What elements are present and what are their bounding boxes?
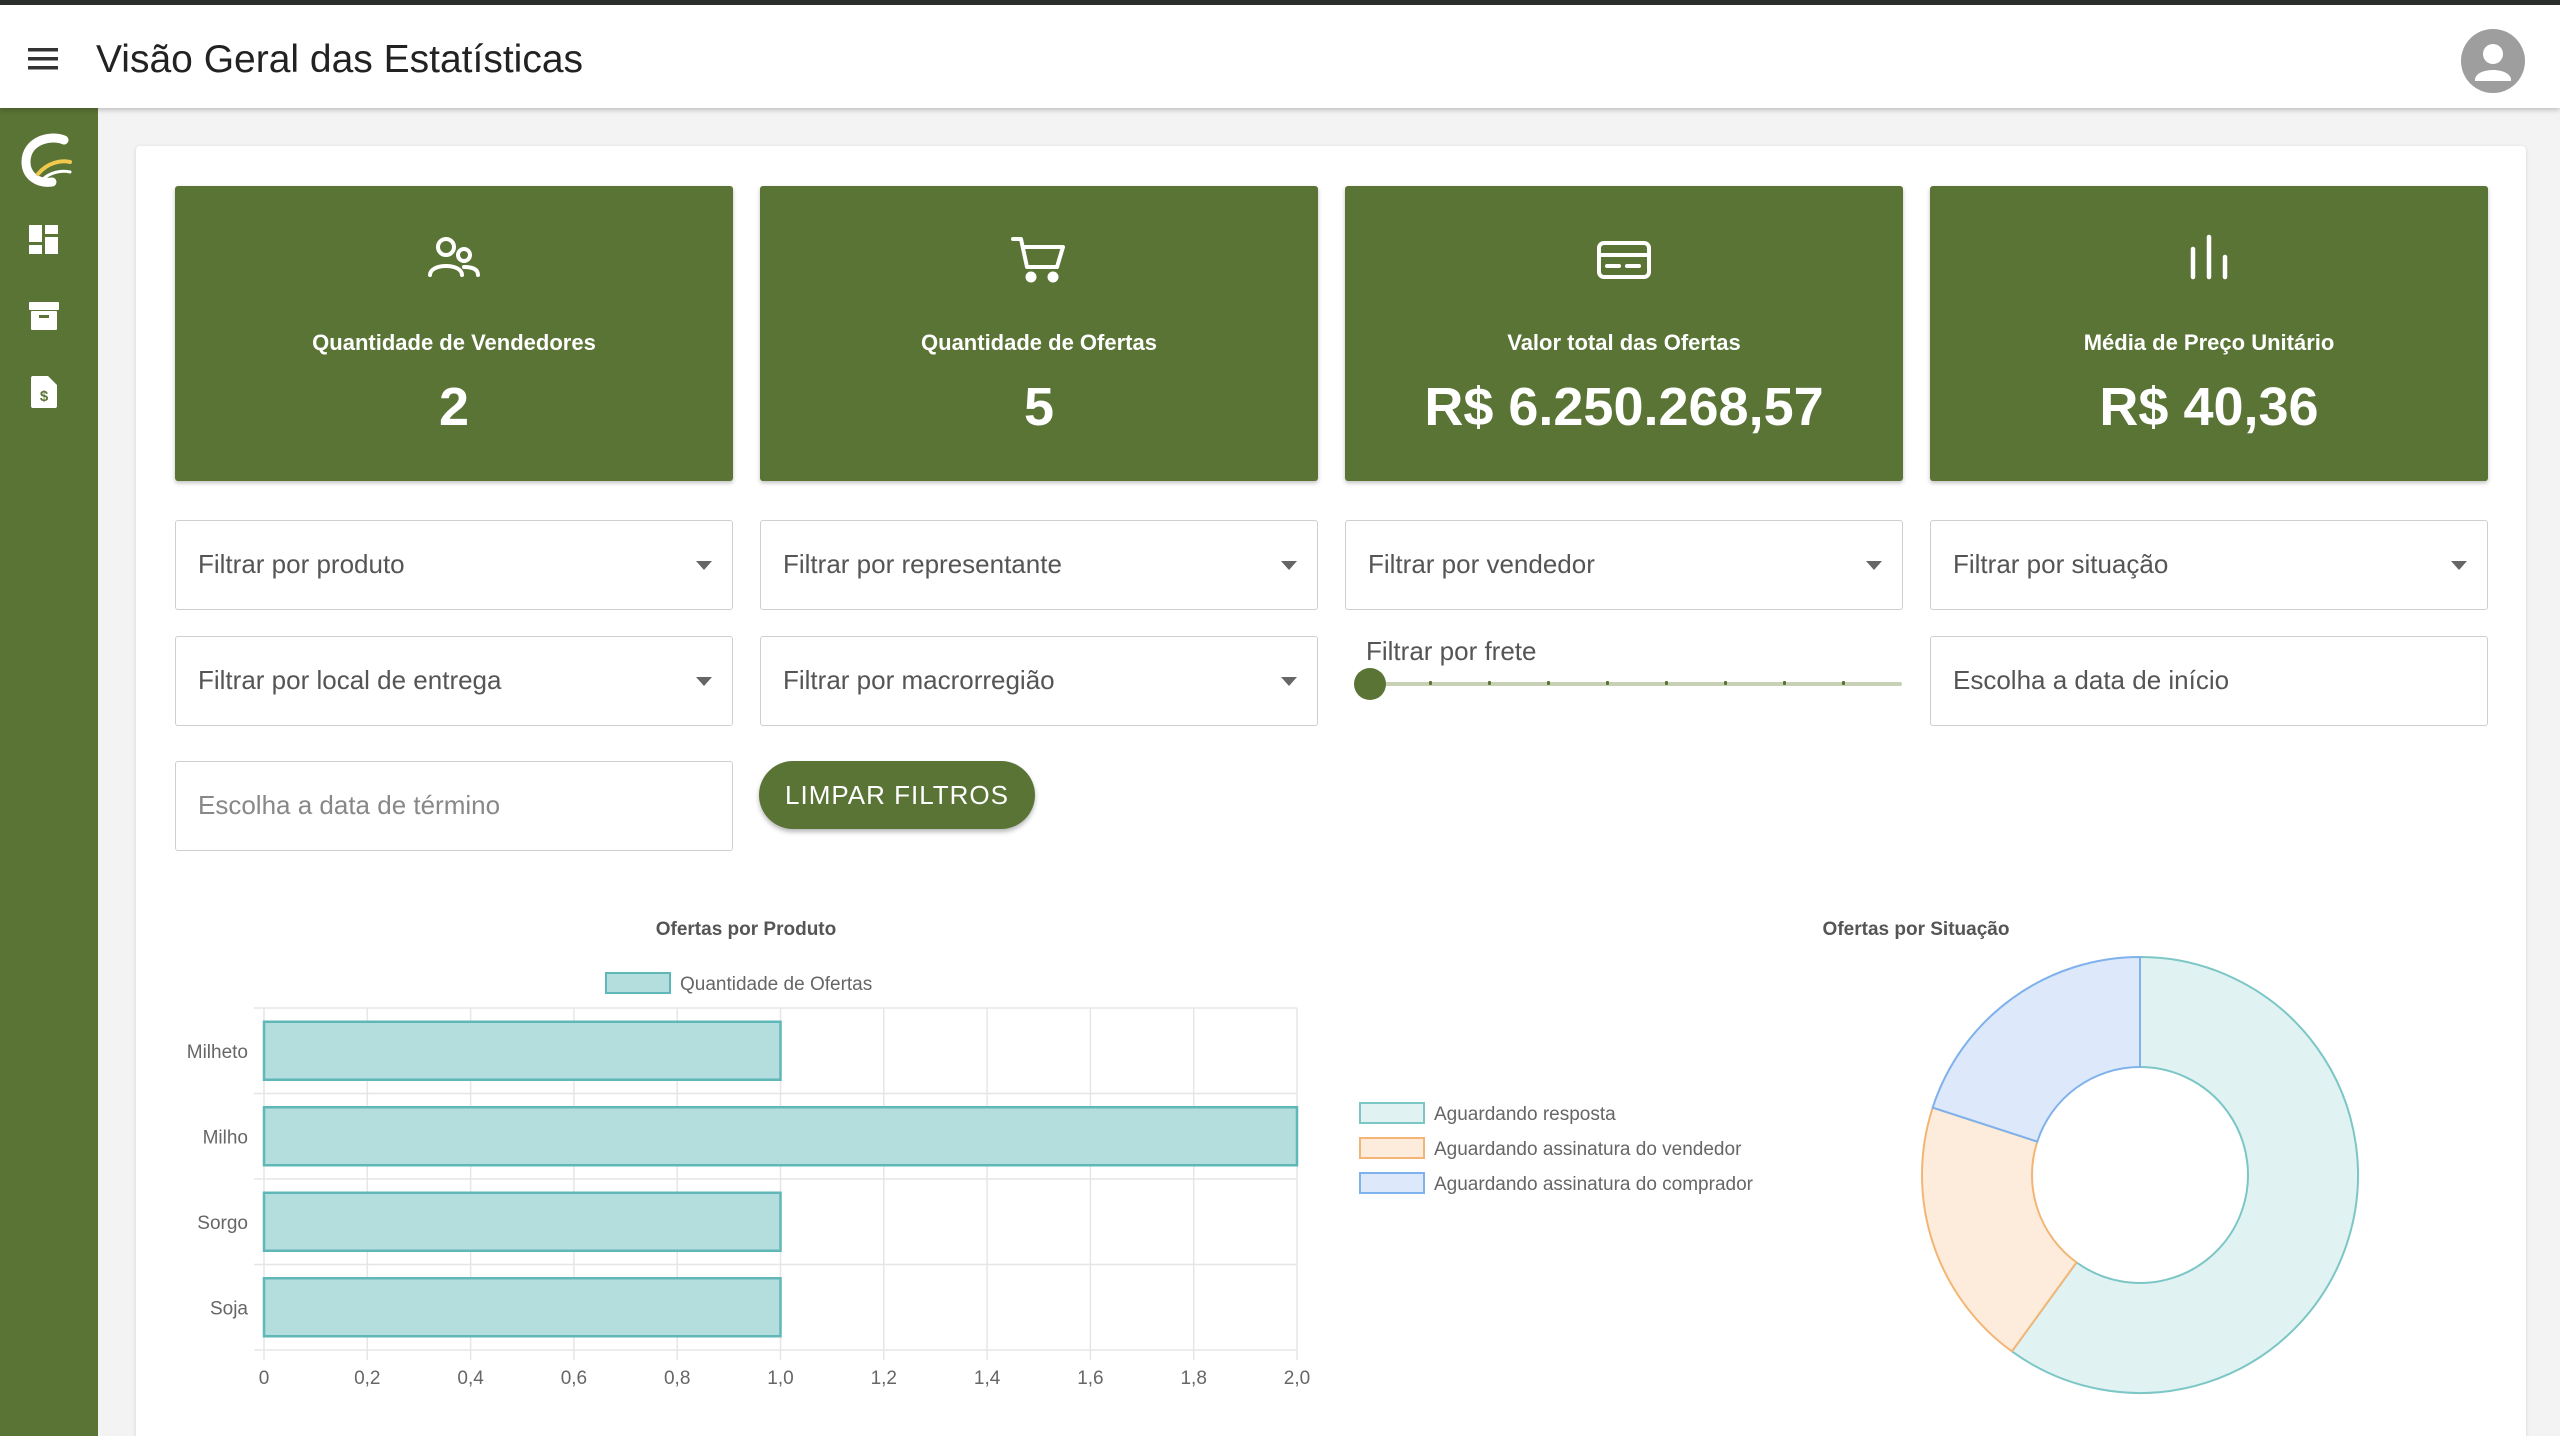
select-placeholder: Filtrar por situação (1953, 549, 2169, 579)
stat-value: 5 (1023, 377, 1055, 437)
y-category-label: Milho (203, 1127, 248, 1148)
filter-representante-select[interactable]: Filtrar por representante (760, 520, 1318, 610)
slider-tick (1547, 681, 1550, 685)
credit-card-icon (1345, 226, 1903, 292)
dropdown-arrow-icon (2451, 561, 2467, 570)
filter-produto-select[interactable]: Filtrar por produto (175, 520, 733, 610)
stat-card-vendedores: Quantidade de Vendedores 2 (175, 186, 733, 481)
x-tick-label: 2,0 (1284, 1368, 1310, 1389)
page-title: Visão Geral das Estatísticas (96, 38, 584, 81)
legend-label[interactable]: Aguardando assinatura do vendedor (1434, 1139, 1742, 1160)
dropdown-arrow-icon (696, 561, 712, 570)
cart-icon (760, 226, 1318, 292)
x-tick-label: 1,4 (974, 1368, 1001, 1389)
dropdown-arrow-icon (1866, 561, 1882, 570)
y-category-label: Sorgo (197, 1213, 248, 1234)
legend-label[interactable]: Quantidade de Ofertas (680, 974, 872, 995)
legend-label[interactable]: Aguardando assinatura do comprador (1434, 1174, 1754, 1195)
menu-icon[interactable] (20, 35, 68, 83)
slider-tick (1842, 681, 1845, 685)
archive-icon[interactable] (24, 296, 64, 336)
bar[interactable] (262, 1277, 782, 1338)
input-placeholder: Escolha a data de término (198, 790, 501, 820)
legend-swatch (1359, 1172, 1425, 1194)
frete-slider-track[interactable] (1370, 682, 1902, 686)
frete-slider-label: Filtrar por frete (1366, 636, 1537, 666)
sidebar: $ (0, 108, 98, 1436)
stat-card-ofertas: Quantidade de Ofertas 5 (760, 186, 1318, 481)
ofertas-por-produto-chart: Ofertas por Produto Quantidade de Oferta… (187, 919, 1310, 1389)
input-placeholder: Escolha a data de início (1953, 665, 2230, 695)
x-tick-label: 1,2 (871, 1368, 897, 1389)
legend-swatch (605, 972, 671, 994)
stat-value: R$ 6.250.268,57 (1424, 377, 1824, 437)
top-app-bar: Visão Geral das Estatísticas (0, 0, 2560, 108)
stat-label: Valor total das Ofertas (1507, 330, 1741, 355)
ofertas-por-situacao-chart: Ofertas por Situação Aguardando resposta… (1359, 919, 2359, 1394)
select-placeholder: Filtrar por local de entrega (198, 665, 502, 695)
stat-card-media-preco: Média de Preço Unitário R$ 40,36 (1930, 186, 2488, 481)
x-tick-label: 0,6 (561, 1368, 587, 1389)
bar[interactable] (262, 1020, 782, 1081)
x-tick-label: 0,8 (664, 1368, 690, 1389)
chart-title: Ofertas por Produto (656, 919, 837, 940)
select-placeholder: Filtrar por produto (198, 549, 405, 579)
filter-vendedor-select[interactable]: Filtrar por vendedor (1345, 520, 1903, 610)
stat-value: 2 (438, 377, 470, 437)
data-inicio-input[interactable]: Escolha a data de início (1930, 636, 2488, 726)
dropdown-arrow-icon (696, 677, 712, 686)
slider-tick (1429, 681, 1432, 685)
filter-local-entrega-select[interactable]: Filtrar por local de entrega (175, 636, 733, 726)
legend-swatch (1359, 1102, 1425, 1124)
chart-title: Ofertas por Situação (1823, 919, 2010, 940)
user-avatar-icon[interactable] (2461, 29, 2525, 93)
stat-label: Quantidade de Ofertas (921, 330, 1157, 355)
legend-label[interactable]: Aguardando resposta (1434, 1104, 1616, 1125)
select-placeholder: Filtrar por vendedor (1368, 549, 1595, 579)
bar[interactable] (262, 1191, 782, 1252)
x-tick-label: 1,6 (1077, 1368, 1103, 1389)
users-icon (175, 226, 733, 292)
brand-logo[interactable] (18, 132, 74, 192)
clear-filters-button[interactable]: LIMPAR FILTROS (759, 761, 1035, 829)
invoice-icon[interactable]: $ (24, 372, 64, 412)
y-category-label: Milheto (187, 1042, 248, 1063)
x-tick-label: 1,8 (1180, 1368, 1206, 1389)
slider-tick (1665, 681, 1668, 685)
x-tick-label: 0,4 (457, 1368, 484, 1389)
svg-text:$: $ (40, 388, 49, 405)
pie-slice[interactable] (1931, 955, 2141, 1143)
dropdown-arrow-icon (1281, 677, 1297, 686)
filter-macrorregiao-select[interactable]: Filtrar por macrorregião (760, 636, 1318, 726)
dropdown-arrow-icon (1281, 561, 1297, 570)
slider-tick (1783, 681, 1786, 685)
bar-chart-icon (1930, 226, 2488, 292)
legend-swatch (1359, 1137, 1425, 1159)
frete-slider-thumb[interactable] (1354, 668, 1386, 700)
stat-card-valor-total: Valor total das Ofertas R$ 6.250.268,57 (1345, 186, 1903, 481)
slider-tick (1724, 681, 1727, 685)
y-category-label: Soja (210, 1298, 248, 1319)
stat-label: Média de Preço Unitário (2083, 330, 2335, 355)
data-termino-input[interactable]: Escolha a data de término (175, 761, 733, 851)
select-placeholder: Filtrar por representante (783, 549, 1062, 579)
slider-tick (1606, 681, 1609, 685)
x-tick-label: 0 (259, 1368, 270, 1389)
bar[interactable] (262, 1106, 1299, 1167)
x-tick-label: 0,2 (354, 1368, 380, 1389)
filter-situacao-select[interactable]: Filtrar por situação (1930, 520, 2488, 610)
select-placeholder: Filtrar por macrorregião (783, 665, 1055, 695)
x-tick-label: 1,0 (767, 1368, 793, 1389)
dashboard-icon[interactable] (24, 220, 64, 260)
stat-label: Quantidade de Vendedores (312, 330, 596, 355)
slider-tick (1488, 681, 1491, 685)
stat-value: R$ 40,36 (2099, 377, 2319, 437)
